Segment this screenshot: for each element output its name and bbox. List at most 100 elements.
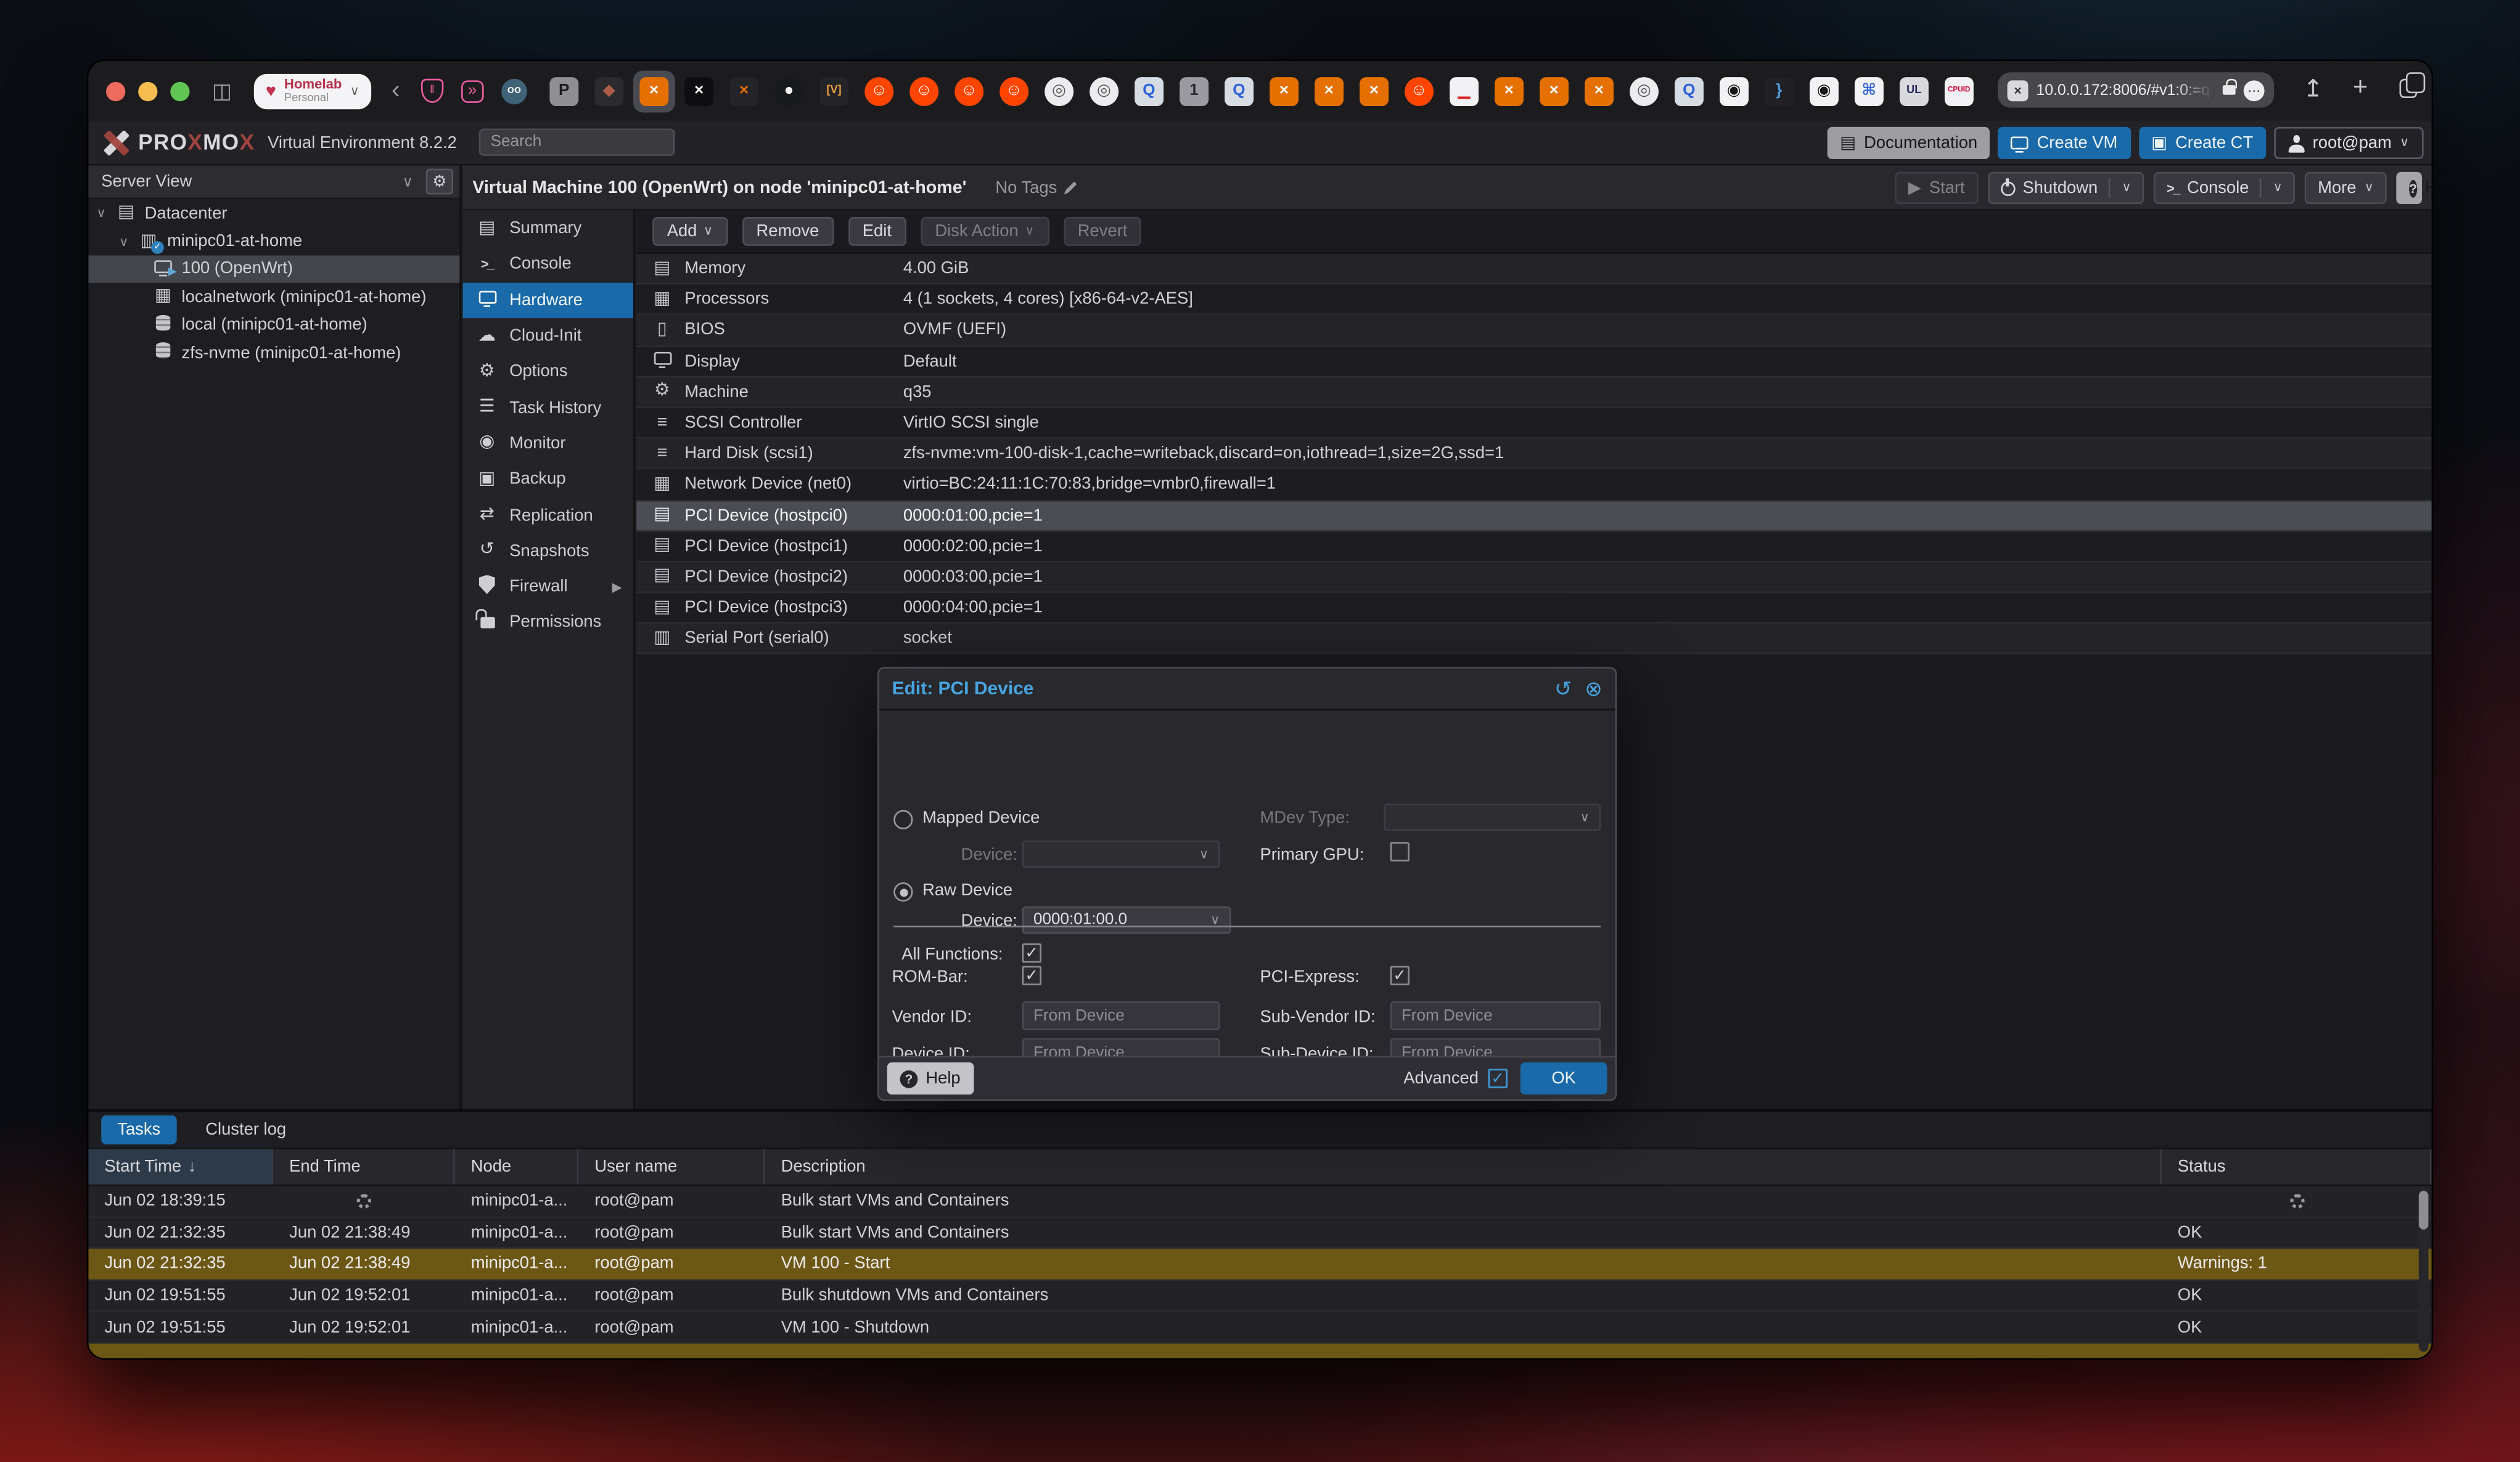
nav-item-cloud-init[interactable]: ☁Cloud-Init [463,318,633,354]
nav-item-console[interactable]: >_Console [463,247,633,282]
shield-extension-icon[interactable]: ‖ [421,79,443,103]
hardware-row[interactable]: ≡SCSI Controller VirtIO SCSI single [636,408,2431,439]
tree-settings-button[interactable]: ⚙ [426,169,453,195]
private-window-icon[interactable]: oo [501,78,527,104]
all-functions-checkbox[interactable]: ✓ [1022,943,1041,963]
tab-proxmox[interactable]: × [1308,70,1350,112]
tasks-scrollbar[interactable] [2419,1188,2429,1352]
advanced-checkbox[interactable]: ✓ [1488,1069,1508,1088]
tab-search[interactable]: Q [1128,70,1170,112]
hardware-row[interactable]: ⚙Machine q35 [636,377,2431,408]
close-window-button[interactable] [106,81,125,101]
tab-brace[interactable]: } [1758,70,1800,112]
tab-proxmox[interactable]: × [1263,70,1305,112]
task-row[interactable]: Jun 02 18:39:15 minipc01-a... root@pam B… [88,1186,2431,1218]
tab-terminal-site[interactable]: ▁ [1443,70,1485,112]
tab-wifi[interactable]: ◉ [1803,70,1845,112]
tab-ul[interactable]: UL [1893,70,1935,112]
sub-vendor-id-input[interactable] [1390,1001,1601,1030]
tab-proxmox[interactable]: × [633,70,675,112]
new-tab-button[interactable]: + [2353,76,2368,102]
tab-proxmox[interactable]: × [1353,70,1395,112]
tasks-column-header[interactable]: Start Time↓ [88,1149,273,1185]
url-bar[interactable]: × 10.0.0.172:8006/#v1:0:=q ⋯ [1998,72,2274,107]
tab-proxmox[interactable]: × [1578,70,1620,112]
hardware-row[interactable]: ▤PCI Device (hostpci1) 0000:02:00,pcie=1 [636,532,2431,562]
tab-command[interactable]: ⌘ [1848,70,1890,112]
tab-p[interactable]: P [543,70,585,112]
remove-button[interactable]: Remove [742,217,834,246]
ok-button[interactable]: OK [1521,1062,1607,1094]
vm-tags[interactable]: No Tags [995,178,1078,197]
tasks-tab-tasks[interactable]: Tasks [101,1115,176,1144]
tab-search[interactable]: Q [1218,70,1260,112]
hardware-row[interactable]: ▦Processors 4 (1 sockets, 4 cores) [x86-… [636,285,2431,316]
console-button[interactable]: >_Console ∨ [2154,172,2296,204]
nav-item-firewall[interactable]: Firewall ▶ [463,569,633,605]
tab-reddit[interactable]: ☺ [858,70,900,112]
close-icon[interactable]: ⊗ [1585,678,1602,699]
maximize-window-button[interactable] [170,81,189,101]
tab-reddit[interactable]: ☺ [1398,70,1440,112]
more-options-icon[interactable]: ⋯ [2244,80,2265,101]
scrollbar-thumb[interactable] [2419,1191,2429,1230]
reset-icon[interactable]: ↺ [1554,678,1572,699]
tree-item[interactable]: ∨▤Datacenter [88,199,459,227]
tab-radial[interactable]: ◎ [1083,70,1125,112]
task-row[interactable]: Jun 02 21:32:35 Jun 02 21:38:49 minipc01… [88,1218,2431,1249]
hardware-row[interactable]: ▤PCI Device (hostpci0) 0000:01:00,pcie=1 [636,501,2431,532]
hardware-row[interactable]: Display Default [636,347,2431,377]
primary-gpu-checkbox[interactable] [1390,842,1410,861]
expand-chevron-icon[interactable]: ∨ [95,206,108,220]
tab-wifi[interactable]: ◉ [1713,70,1755,112]
rom-bar-checkbox[interactable]: ✓ [1022,966,1041,985]
tasks-column-header[interactable]: User name [578,1149,765,1185]
tasks-column-header[interactable]: Node [455,1149,579,1185]
raw-device-radio[interactable] [893,882,913,901]
sidebar-toggle-icon[interactable]: ◫ [212,80,232,101]
nav-item-task-history[interactable]: ☰Task History [463,390,633,425]
task-row[interactable]: Jun 02 19:51:55 Jun 02 19:52:01 minipc01… [88,1281,2431,1312]
hardware-row[interactable]: ▦Network Device (net0) virtio=BC:24:11:1… [636,470,2431,501]
share-icon[interactable]: ↥ [2303,77,2323,101]
task-row[interactable] [88,1344,2431,1358]
hardware-row[interactable]: ▤PCI Device (hostpci3) 0000:04:00,pcie=1 [636,593,2431,624]
nav-item-snapshots[interactable]: ↺Snapshots [463,533,633,569]
back-button[interactable]: ‹ [392,78,400,104]
tab-search[interactable]: Q [1668,70,1710,112]
skip-extension-icon[interactable]: » [461,80,483,102]
help-button[interactable]: ?Help [2396,172,2422,204]
create-ct-button[interactable]: ▣ Create CT [2138,127,2266,159]
tab-github[interactable]: ● [768,70,810,112]
hardware-row[interactable]: ▤Memory 4.00 GiB [636,254,2431,285]
tab-one[interactable]: 1 [1173,70,1215,112]
nav-item-backup[interactable]: ▣Backup [463,461,633,497]
hardware-row[interactable]: ▯BIOS OVMF (UEFI) [636,316,2431,347]
tasks-tab-cluster-log[interactable]: Cluster log [189,1115,302,1144]
tasks-column-header[interactable]: Description [765,1149,2162,1185]
tab-x-outline[interactable]: × [678,70,720,112]
raw-device-select[interactable]: 0000:01:00.0 ∨ [1022,906,1231,934]
tabs-overview-icon[interactable] [2400,79,2418,98]
add-button[interactable]: Add∨ [652,217,727,246]
task-row[interactable]: Jun 02 21:32:35 Jun 02 21:38:49 minipc01… [88,1249,2431,1281]
tab-proxmox[interactable]: × [1488,70,1530,112]
tree-item[interactable]: ∨▥✓minipc01-at-home [88,228,459,255]
documentation-button[interactable]: ▤ Documentation [1827,127,1990,159]
task-row[interactable]: Jun 02 19:51:55 Jun 02 19:52:01 minipc01… [88,1312,2431,1344]
edit-button[interactable]: Edit [848,217,906,246]
hardware-row[interactable]: ▥Serial Port (serial0) socket [636,624,2431,655]
mapped-device-radio[interactable] [893,810,913,829]
nav-item-options[interactable]: ⚙Options [463,354,633,390]
nav-item-permissions[interactable]: Permissions [463,605,633,641]
tab-cpuid[interactable]: CPUID [1938,70,1980,112]
tree-item[interactable]: local (minipc01-at-home) [88,311,459,339]
shutdown-button[interactable]: Shutdown ∨ [1987,172,2144,204]
tasks-column-header[interactable]: End Time [273,1149,455,1185]
create-vm-button[interactable]: Create VM [1998,127,2130,159]
tab-reddit[interactable]: ☺ [948,70,990,112]
user-menu-button[interactable]: root@pam ∨ [2274,127,2424,159]
nav-item-monitor[interactable]: ◉Monitor [463,425,633,461]
tree-view-selector[interactable]: Server View ∨ ⚙ [88,165,459,199]
tab-radial[interactable]: ◎ [1038,70,1080,112]
